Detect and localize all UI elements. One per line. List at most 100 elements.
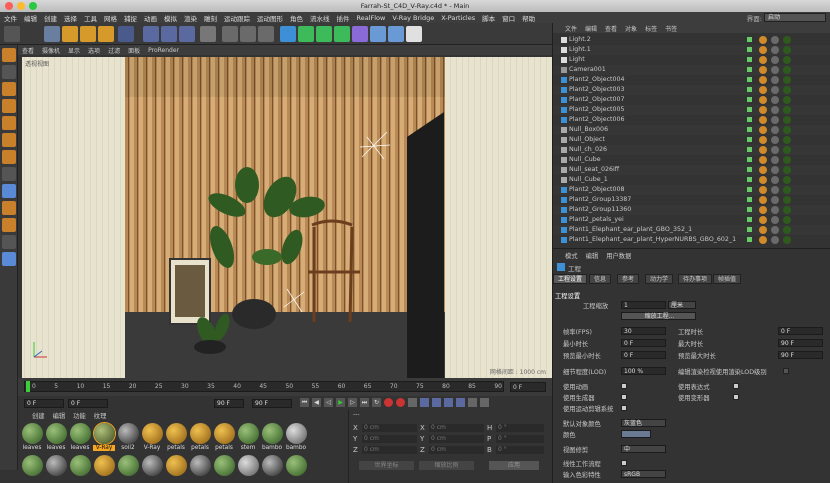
y-axis-icon[interactable]	[161, 26, 177, 42]
menu-realflow[interactable]: RealFlow	[357, 14, 386, 22]
material-leaves-1[interactable]	[22, 423, 43, 444]
3d-viewport[interactable]: 透视视图 网格间距 : 1000 cm	[22, 57, 552, 378]
tab-project-settings[interactable]: 工程设置	[553, 274, 588, 284]
tag-icon[interactable]	[759, 86, 767, 94]
tag-icon[interactable]	[759, 236, 767, 244]
menu-animate[interactable]: 动画	[144, 13, 157, 23]
close-button[interactable]	[5, 2, 13, 10]
visibility-dot[interactable]	[747, 47, 752, 52]
tag-icon[interactable]	[759, 106, 767, 114]
preview-end-field[interactable]: 90 F	[214, 399, 244, 408]
object-row[interactable]: Light.2	[553, 35, 830, 45]
visibility-dot[interactable]	[747, 187, 752, 192]
rot-b-field[interactable]: 0 °	[496, 445, 544, 454]
tag-icon[interactable]	[759, 36, 767, 44]
mat-menu-function[interactable]: 功能	[73, 411, 86, 420]
attr-menu-mode[interactable]: 模式	[565, 251, 578, 260]
light-icon[interactable]	[406, 26, 422, 42]
material-petals-3[interactable]	[214, 423, 235, 444]
max-time-field[interactable]: 90 F	[778, 339, 823, 347]
visibility-dot[interactable]	[747, 117, 752, 122]
tag-icon[interactable]	[771, 146, 779, 154]
material-soil2[interactable]	[118, 423, 139, 444]
visibility-dot[interactable]	[747, 127, 752, 132]
tag-icon[interactable]	[771, 176, 779, 184]
tag-icon[interactable]	[759, 76, 767, 84]
tag-icon[interactable]	[771, 86, 779, 94]
menu-file[interactable]: 文件	[4, 13, 17, 23]
pos-x-field[interactable]: 0 cm	[362, 423, 417, 432]
solo-icon[interactable]	[2, 218, 16, 232]
menu-mesh[interactable]: 网格	[104, 13, 117, 23]
mat-menu-texture[interactable]: 纹理	[94, 411, 107, 420]
coord-mode-select[interactable]: 世界坐标	[359, 461, 414, 470]
record-icon[interactable]	[384, 398, 393, 407]
lod-field[interactable]: 100 %	[621, 367, 666, 375]
key-pla-icon[interactable]	[468, 398, 477, 407]
minimize-button[interactable]	[17, 2, 25, 10]
scale-unit-select[interactable]: 厘米	[668, 301, 696, 309]
visibility-dot[interactable]	[747, 107, 752, 112]
tag-icon[interactable]	[783, 106, 791, 114]
rot-p-field[interactable]: 0 °	[496, 434, 544, 443]
recent-tool-icon[interactable]	[118, 26, 134, 42]
key-scale-icon[interactable]	[432, 398, 441, 407]
vp-menu-options[interactable]: 选项	[88, 46, 100, 55]
go-end-icon[interactable]: ⏭	[360, 398, 369, 407]
preview-start-field[interactable]: 0 F	[68, 399, 108, 408]
visibility-dot[interactable]	[747, 177, 752, 182]
make-editable-icon[interactable]	[2, 48, 16, 62]
render-view-icon[interactable]	[222, 26, 238, 42]
z-axis-icon[interactable]	[179, 26, 195, 42]
obj-menu-bookmarks[interactable]: 书签	[665, 24, 677, 33]
menu-select[interactable]: 选择	[64, 13, 77, 23]
tag-icon[interactable]	[771, 156, 779, 164]
tag-icon[interactable]	[759, 46, 767, 54]
menu-edit[interactable]: 编辑	[24, 13, 37, 23]
grid-icon[interactable]	[2, 252, 16, 266]
menu-tools[interactable]: 工具	[84, 13, 97, 23]
tag-icon[interactable]	[771, 56, 779, 64]
model-mode-icon[interactable]	[2, 65, 16, 79]
tab-reference[interactable]: 参考	[617, 274, 640, 284]
apply-button[interactable]: 应用	[489, 461, 539, 470]
use-generators-checkbox[interactable]	[621, 394, 627, 400]
object-row[interactable]: Plant2_Object006	[553, 115, 830, 125]
tag-icon[interactable]	[771, 96, 779, 104]
project-length-field[interactable]: 0 F	[778, 327, 823, 335]
tag-icon[interactable]	[783, 46, 791, 54]
vp-menu-display[interactable]: 显示	[68, 46, 80, 55]
tag-icon[interactable]	[759, 56, 767, 64]
material-row2-7[interactable]	[166, 455, 187, 476]
render-settings-icon[interactable]	[258, 26, 274, 42]
tag-icon[interactable]	[783, 136, 791, 144]
polygons-mode-icon[interactable]	[2, 150, 16, 164]
tag-icon[interactable]	[783, 96, 791, 104]
material-bambo-1[interactable]	[262, 423, 283, 444]
material-row2-6[interactable]	[142, 455, 163, 476]
visibility-dot[interactable]	[747, 167, 752, 172]
object-row[interactable]: Plant2_petals_yei	[553, 215, 830, 225]
loop-icon[interactable]: ↻	[372, 398, 381, 407]
rot-h-field[interactable]: 0 °	[496, 423, 544, 432]
end-frame-field[interactable]: 90 F	[252, 399, 292, 408]
menu-sculpt[interactable]: 雕刻	[204, 13, 217, 23]
material-bambo-2[interactable]	[286, 423, 307, 444]
object-row[interactable]: Plant2_Object008	[553, 185, 830, 195]
visibility-dot[interactable]	[747, 217, 752, 222]
tag-icon[interactable]	[771, 66, 779, 74]
material-row2-2[interactable]	[46, 455, 67, 476]
tag-icon[interactable]	[783, 216, 791, 224]
camera-icon[interactable]	[388, 26, 404, 42]
tag-icon[interactable]	[783, 56, 791, 64]
tag-icon[interactable]	[771, 186, 779, 194]
menu-motion-tracking[interactable]: 运动跟踪	[224, 13, 250, 23]
tag-icon[interactable]	[759, 186, 767, 194]
preview-max-field[interactable]: 90 F	[778, 351, 823, 359]
edges-mode-icon[interactable]	[2, 133, 16, 147]
visibility-dot[interactable]	[747, 77, 752, 82]
material-row2-9[interactable]	[214, 455, 235, 476]
tag-icon[interactable]	[783, 206, 791, 214]
prev-key-icon[interactable]: ◀	[312, 398, 321, 407]
tag-icon[interactable]	[759, 196, 767, 204]
